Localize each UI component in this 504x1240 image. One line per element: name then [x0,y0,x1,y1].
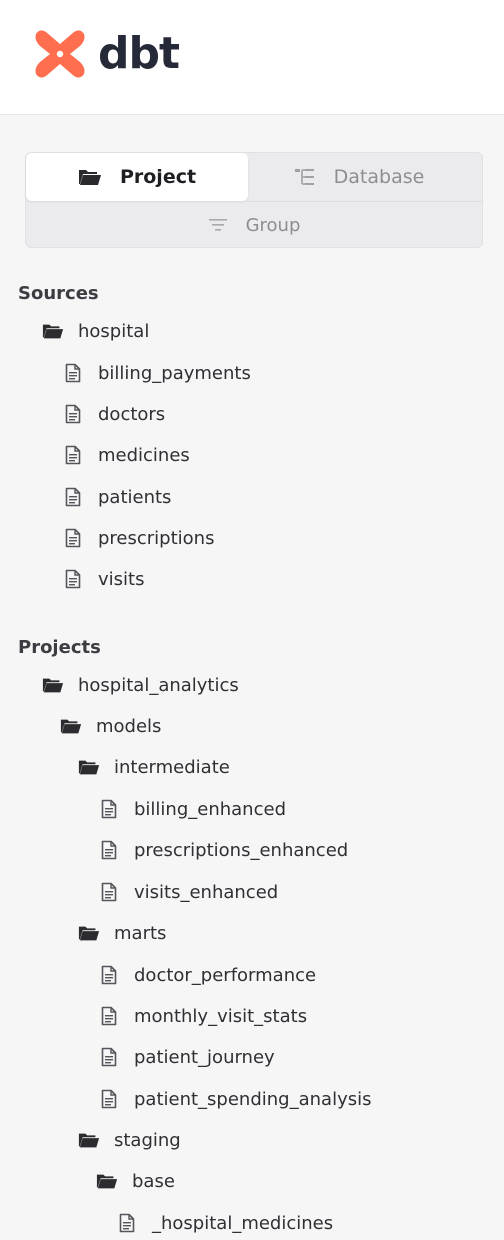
brand-name: dbt [98,28,180,79]
folder-marts[interactable]: marts [78,918,166,948]
dbt-logo[interactable]: dbt [30,24,180,84]
file-text-icon [62,363,84,383]
file-text-icon [98,1047,120,1067]
file-label: patients [98,486,172,508]
file-text-icon [62,445,84,465]
source-item-patients[interactable]: patients [62,482,171,512]
model-item-billing-enhanced[interactable]: billing_enhanced [98,794,286,824]
tab-project[interactable]: Project [26,153,248,201]
tab-database-label: Database [333,166,425,188]
file-text-icon [98,882,120,902]
folder-label: marts [114,922,167,944]
folder-hospital[interactable]: hospital [42,316,149,346]
sources-heading: Sources [18,283,99,304]
folder-open-icon [78,1131,100,1149]
folder-label: models [96,715,162,737]
file-text-icon [62,487,84,507]
folder-open-icon [60,717,82,735]
file-label: prescriptions_enhanced [134,839,349,861]
tab-bar: Project Database [26,153,484,201]
file-label: billing_payments [98,362,251,384]
file-label: visits_enhanced [134,881,279,903]
file-label: _hospital_medicines [152,1212,334,1234]
file-text-icon [98,1089,120,1109]
file-label: medicines [98,444,190,466]
folder-staging[interactable]: staging [78,1125,181,1155]
app-header: dbt [0,0,504,115]
folder-open-icon [42,322,64,340]
explorer-nav-panel: Project Database Group [25,152,483,248]
group-label: Group [245,214,301,236]
model-item-doctor-performance[interactable]: doctor_performance [98,960,316,990]
model-item-visits-enhanced[interactable]: visits_enhanced [98,877,278,907]
folder-open-icon [78,758,100,776]
file-text-icon [62,569,84,589]
model-item-patient-spending-analysis[interactable]: patient_spending_analysis [98,1084,371,1114]
folder-open-icon [78,168,102,186]
source-item-visits[interactable]: visits [62,564,144,594]
file-label: patient_spending_analysis [134,1088,372,1110]
folder-open-icon [42,676,64,694]
source-item-prescriptions[interactable]: prescriptions [62,523,214,553]
file-text-icon [62,404,84,424]
filter-lines-icon [208,218,228,232]
folder-base[interactable]: base [96,1166,175,1196]
model-item-patient-journey[interactable]: patient_journey [98,1042,275,1072]
file-text-icon [98,1006,120,1026]
file-label: doctor_performance [134,964,317,986]
folder-models[interactable]: models [60,711,161,741]
file-label: patient_journey [134,1046,275,1068]
file-text-icon [62,528,84,548]
folder-label: base [132,1170,175,1192]
model-item-hospital-medicines[interactable]: _hospital_medicines [116,1208,333,1238]
model-item-prescriptions-enhanced[interactable]: prescriptions_enhanced [98,835,348,865]
file-label: monthly_visit_stats [134,1005,308,1027]
file-label: doctors [98,403,166,425]
folder-open-icon [96,1172,118,1190]
tab-project-label: Project [119,166,197,188]
file-text-icon [98,840,120,860]
file-text-icon [116,1213,138,1233]
projects-heading: Projects [18,637,101,658]
source-item-doctors[interactable]: doctors [62,399,165,429]
folder-label: hospital [78,320,150,342]
group-button[interactable]: Group [26,201,482,248]
folder-label: staging [114,1129,181,1151]
file-label: billing_enhanced [134,798,286,820]
folder-hospital-analytics[interactable]: hospital_analytics [42,670,239,700]
folder-label: hospital_analytics [78,674,239,696]
file-label: visits [98,568,145,590]
folder-open-icon [78,924,100,942]
tab-database[interactable]: Database [248,153,470,201]
source-item-billing-payments[interactable]: billing_payments [62,358,251,388]
database-tree-icon [294,167,316,187]
file-label: prescriptions [98,527,215,549]
model-item-monthly-visit-stats[interactable]: monthly_visit_stats [98,1001,307,1031]
file-text-icon [98,799,120,819]
dbt-logo-icon [35,30,85,78]
source-item-medicines[interactable]: medicines [62,440,190,470]
folder-label: intermediate [114,756,230,778]
file-text-icon [98,965,120,985]
folder-intermediate[interactable]: intermediate [78,752,230,782]
